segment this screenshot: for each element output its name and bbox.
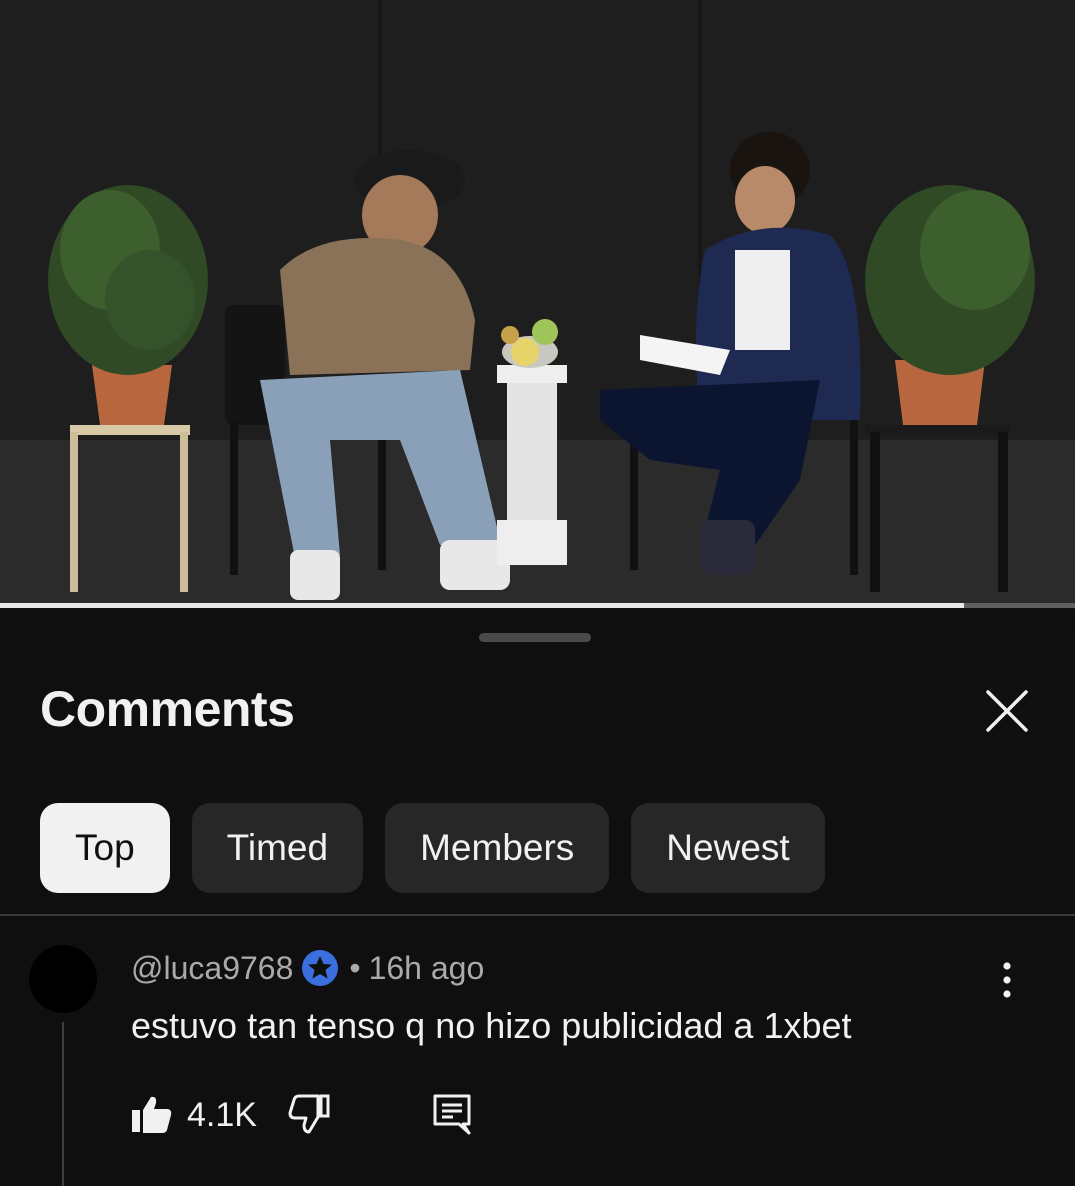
chip-timed[interactable]: Timed (191, 803, 364, 893)
video-frame (0, 0, 1075, 608)
verified-star-icon (302, 950, 339, 986)
divider (0, 914, 1075, 916)
chip-newest[interactable]: Newest (631, 803, 825, 893)
comment-author[interactable]: @luca9768 (131, 950, 293, 987)
comment-time: 16h ago (368, 949, 485, 986)
avatar[interactable] (29, 945, 97, 1013)
video-player[interactable] (0, 0, 1075, 608)
chip-members[interactable]: Members (385, 803, 610, 893)
thumbs-down-icon (288, 1094, 330, 1134)
close-icon (986, 690, 1028, 732)
more-vert-icon (1003, 962, 1011, 998)
pedestal (497, 319, 567, 565)
comments-title: Comments (40, 681, 295, 737)
comment-header: @luca9768 • 16h ago (131, 949, 484, 987)
meta-separator: • (349, 949, 361, 986)
like-button[interactable] (130, 1092, 174, 1136)
reply-button[interactable] (431, 1092, 475, 1136)
drag-handle[interactable] (479, 633, 591, 642)
close-button[interactable] (982, 686, 1032, 736)
chip-top[interactable]: Top (40, 803, 170, 893)
video-progress-fill (0, 603, 965, 608)
comments-sheet: Comments Top Timed Members Newest @luca9… (0, 612, 1075, 1186)
sort-chips: Top Timed Members Newest (40, 803, 825, 893)
more-button[interactable] (992, 960, 1022, 1000)
reply-icon (433, 1094, 471, 1135)
comment-text: estuvo tan tenso q no hizo publicidad a … (131, 1005, 852, 1046)
dislike-button[interactable] (287, 1092, 331, 1136)
video-progress-bar[interactable] (0, 603, 1075, 608)
like-count: 4.1K (187, 1096, 257, 1134)
thumbs-up-icon (132, 1096, 172, 1133)
thread-line (62, 1022, 64, 1186)
